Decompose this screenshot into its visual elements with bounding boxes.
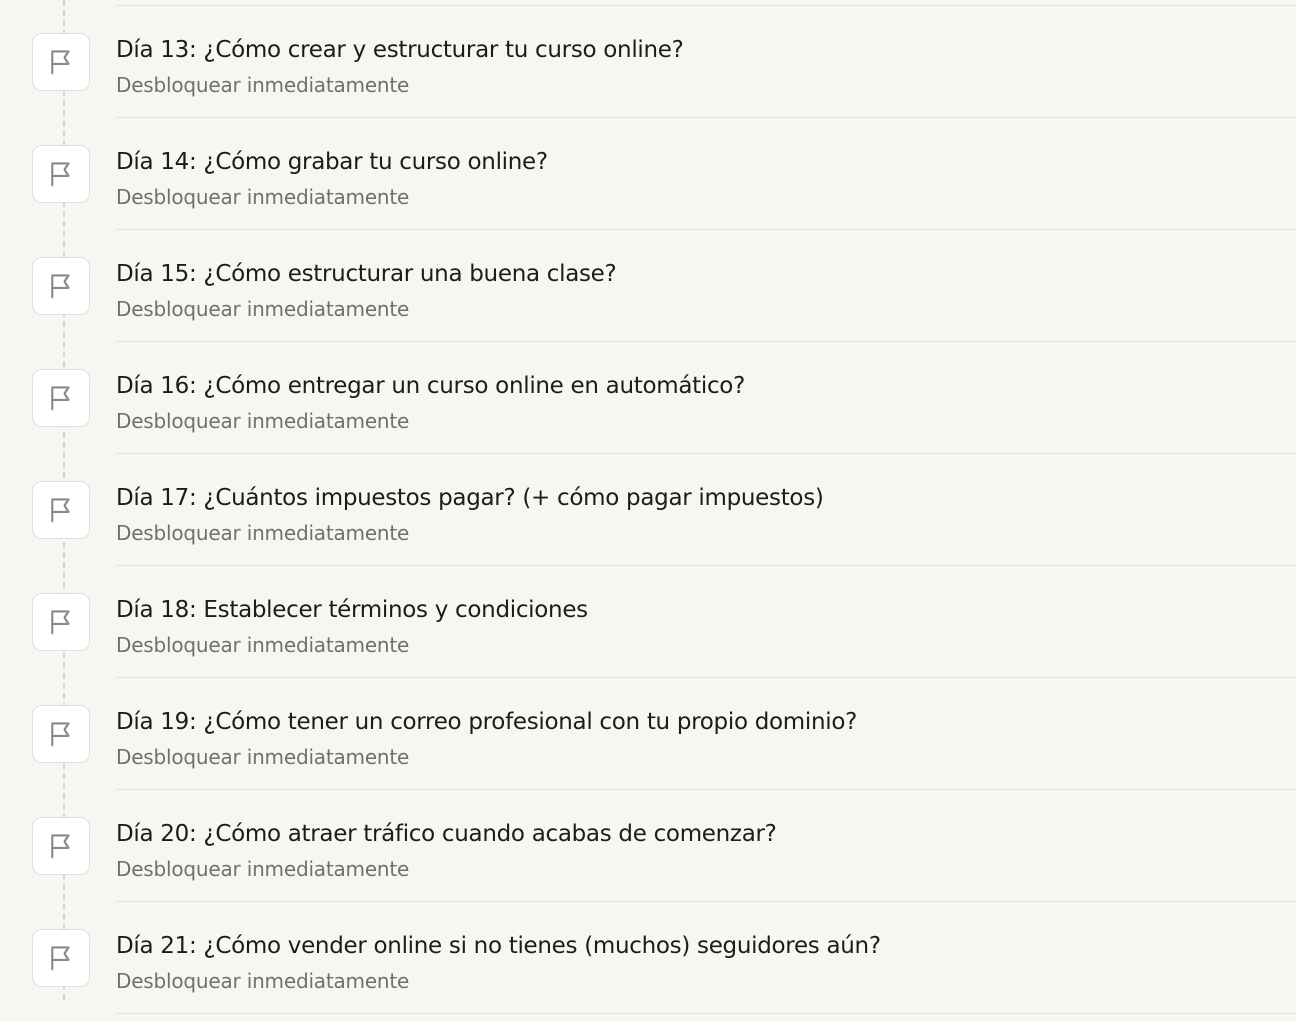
lesson-item-18[interactable]: Día 18: Establecer términos y condicione… bbox=[0, 566, 1296, 678]
lesson-title[interactable]: Día 20: ¿Cómo atraer tráfico cuando acab… bbox=[116, 817, 777, 851]
lesson-status: Desbloquear inmediatamente bbox=[116, 297, 410, 321]
lesson-item-17[interactable]: Día 17: ¿Cuántos impuestos pagar? (+ cóm… bbox=[0, 454, 1296, 566]
lesson-title[interactable]: Día 21: ¿Cómo vender online si no tienes… bbox=[116, 929, 881, 963]
lesson-item-20[interactable]: Día 20: ¿Cómo atraer tráfico cuando acab… bbox=[0, 790, 1296, 902]
flag-icon bbox=[32, 929, 90, 987]
lesson-status: Desbloquear inmediatamente bbox=[116, 969, 410, 993]
lesson-status: Desbloquear inmediatamente bbox=[116, 857, 410, 881]
flag-icon bbox=[32, 369, 90, 427]
lesson-status: Desbloquear inmediatamente bbox=[116, 521, 410, 545]
lesson-title[interactable]: Día 16: ¿Cómo entregar un curso online e… bbox=[116, 369, 745, 403]
lesson-status: Desbloquear inmediatamente bbox=[116, 409, 410, 433]
lesson-title[interactable]: Día 13: ¿Cómo crear y estructurar tu cur… bbox=[116, 33, 684, 67]
lesson-item-14[interactable]: Día 14: ¿Cómo grabar tu curso online? De… bbox=[0, 118, 1296, 230]
lesson-item-15[interactable]: Día 15: ¿Cómo estructurar una buena clas… bbox=[0, 230, 1296, 342]
lesson-title[interactable]: Día 19: ¿Cómo tener un correo profesiona… bbox=[116, 705, 857, 739]
lesson-status: Desbloquear inmediatamente bbox=[116, 185, 410, 209]
divider bbox=[116, 1013, 1296, 1014]
lesson-item-13[interactable]: Día 13: ¿Cómo crear y estructurar tu cur… bbox=[0, 6, 1296, 118]
lesson-status: Desbloquear inmediatamente bbox=[116, 73, 410, 97]
lesson-status: Desbloquear inmediatamente bbox=[116, 745, 410, 769]
flag-icon bbox=[32, 593, 90, 651]
flag-icon bbox=[32, 257, 90, 315]
lesson-item-16[interactable]: Día 16: ¿Cómo entregar un curso online e… bbox=[0, 342, 1296, 454]
lesson-title[interactable]: Día 14: ¿Cómo grabar tu curso online? bbox=[116, 145, 548, 179]
flag-icon bbox=[32, 145, 90, 203]
lesson-item-21[interactable]: Día 21: ¿Cómo vender online si no tienes… bbox=[0, 902, 1296, 1014]
flag-icon bbox=[32, 817, 90, 875]
flag-icon bbox=[32, 705, 90, 763]
lesson-status: Desbloquear inmediatamente bbox=[116, 633, 410, 657]
lesson-title[interactable]: Día 18: Establecer términos y condicione… bbox=[116, 593, 588, 627]
lesson-list: Día 13: ¿Cómo crear y estructurar tu cur… bbox=[0, 0, 1296, 1022]
flag-icon bbox=[32, 481, 90, 539]
flag-icon bbox=[32, 33, 90, 91]
lesson-title[interactable]: Día 17: ¿Cuántos impuestos pagar? (+ cóm… bbox=[116, 481, 824, 515]
lesson-item-19[interactable]: Día 19: ¿Cómo tener un correo profesiona… bbox=[0, 678, 1296, 790]
lesson-title[interactable]: Día 15: ¿Cómo estructurar una buena clas… bbox=[116, 257, 617, 291]
